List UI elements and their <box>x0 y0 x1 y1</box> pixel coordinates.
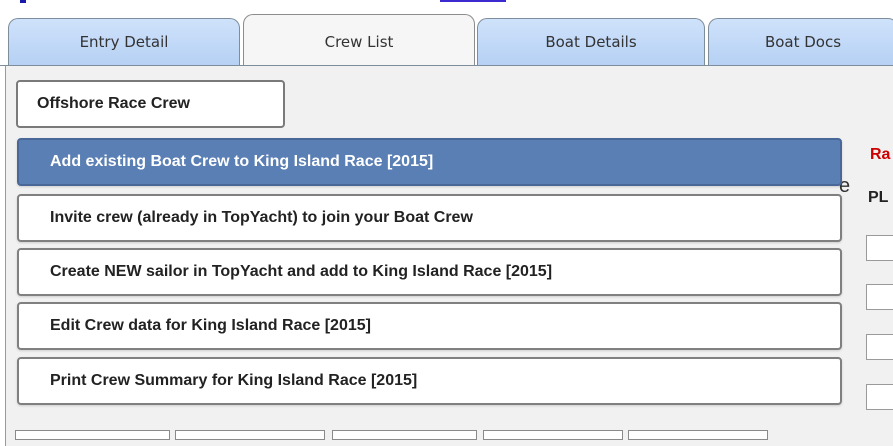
race-column-header: Ra <box>870 146 891 163</box>
menu-item-print-crew-summary[interactable]: Print Crew Summary for King Island Race … <box>17 357 842 405</box>
row-input-cell[interactable] <box>866 334 893 360</box>
row-input-cell[interactable] <box>866 384 893 410</box>
menu-item-label: Print Crew Summary for King Island Race … <box>50 372 418 389</box>
menu-item-label: Add existing Boat Crew to King Island Ra… <box>50 153 434 170</box>
menu-item-label: Invite crew (already in TopYacht) to joi… <box>50 209 473 226</box>
tab-entry-detail[interactable]: Entry Detail <box>8 18 240 65</box>
row-input-cell[interactable] <box>866 235 893 261</box>
menu-item-label: Edit Crew data for King Island Race [201… <box>50 317 371 334</box>
offshore-race-crew-button[interactable]: Offshore Race Crew <box>16 80 285 128</box>
menu-item-edit-crew-data[interactable]: Edit Crew data for King Island Race [201… <box>17 302 842 350</box>
tab-bar: Entry Detail Crew List Boat Details Boat… <box>0 0 893 66</box>
menu-item-invite-crew[interactable]: Invite crew (already in TopYacht) to joi… <box>17 194 842 242</box>
row-input-cell[interactable] <box>866 284 893 310</box>
tab-label: Crew List <box>324 33 394 51</box>
tab-crew-list[interactable]: Crew List <box>243 14 475 66</box>
tab-label: Boat Details <box>545 33 637 51</box>
menu-item-add-existing-crew[interactable]: Add existing Boat Crew to King Island Ra… <box>17 138 842 186</box>
section-button-label: Offshore Race Crew <box>37 95 190 112</box>
pl-column-header: PL <box>868 189 889 206</box>
tab-label: Entry Detail <box>79 33 169 51</box>
tab-label: Boat Docs <box>764 33 842 51</box>
tab-boat-docs[interactable]: Boat Docs <box>708 18 893 65</box>
table-row <box>5 430 893 440</box>
tab-boat-details[interactable]: Boat Details <box>477 18 705 65</box>
menu-item-label: Create NEW sailor in TopYacht and add to… <box>50 263 553 280</box>
menu-item-create-new-sailor[interactable]: Create NEW sailor in TopYacht and add to… <box>17 248 842 296</box>
